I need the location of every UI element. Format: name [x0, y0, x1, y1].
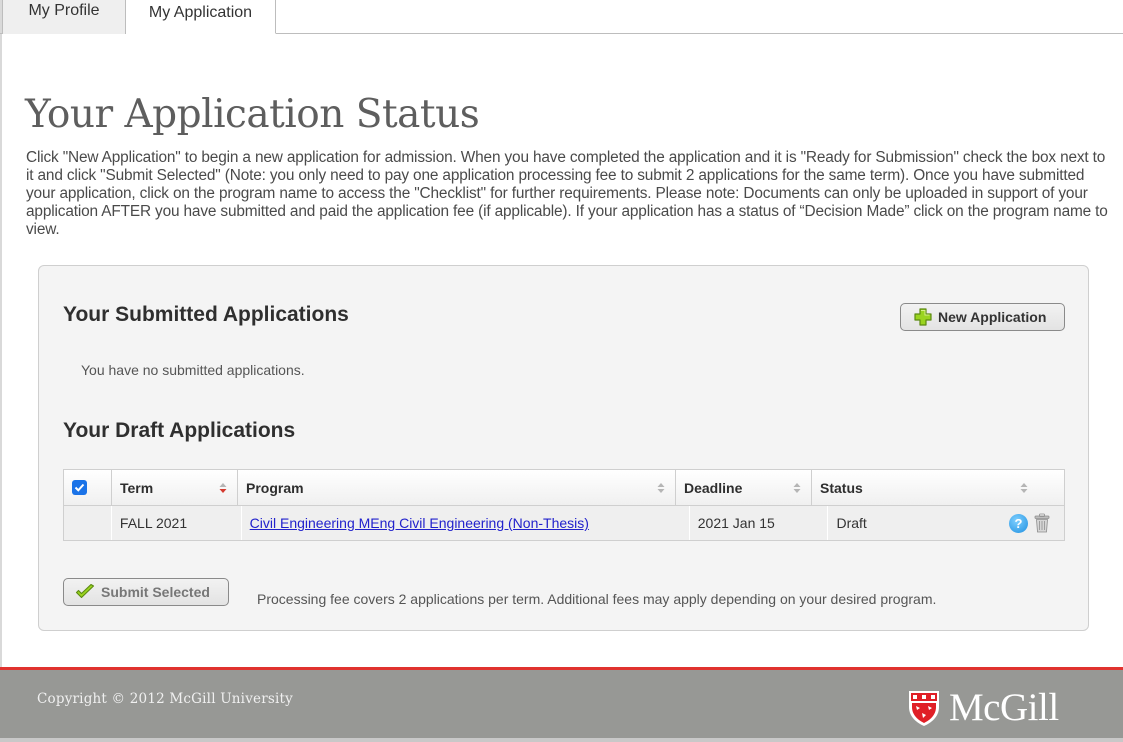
- sort-descending-icon[interactable]: [219, 482, 227, 494]
- checkmark-icon: [74, 483, 85, 492]
- table-header: Term Program Deadline Status: [64, 470, 1064, 506]
- row-actions: ?: [1009, 513, 1050, 533]
- logo-text: McGill: [949, 686, 1059, 729]
- draft-applications-table: Term Program Deadline Status FALL 2021 C…: [63, 469, 1065, 541]
- footer-bottom-bar: [0, 738, 1123, 742]
- sort-icon[interactable]: [1020, 482, 1028, 494]
- left-border: [0, 0, 2, 668]
- draft-applications-title: Your Draft Applications: [63, 419, 296, 442]
- mcgill-shield-icon: [909, 690, 939, 726]
- footer: Copyright © 2012 McGill University McGil…: [0, 670, 1123, 738]
- status-text: Draft: [836, 515, 867, 531]
- intro-text: Click "New Application" to begin a new a…: [26, 149, 1108, 238]
- new-application-button[interactable]: New Application: [900, 303, 1065, 331]
- term-cell: FALL 2021: [112, 506, 242, 540]
- tab-my-application[interactable]: My Application: [126, 0, 276, 34]
- new-application-label: New Application: [938, 309, 1047, 325]
- copyright-text: Copyright © 2012 McGill University: [37, 691, 293, 707]
- sort-icon[interactable]: [793, 482, 801, 494]
- mcgill-logo[interactable]: McGill: [907, 685, 1059, 730]
- table-row: FALL 2021 Civil Engineering MEng Civil E…: [64, 506, 1064, 540]
- submit-selected-button[interactable]: Submit Selected: [63, 578, 229, 606]
- column-header-status[interactable]: Status: [812, 470, 1064, 505]
- checkmark-icon: [75, 584, 95, 599]
- program-cell: Civil Engineering MEng Civil Engineering…: [242, 506, 690, 540]
- row-select-cell: [64, 506, 112, 540]
- trash-icon[interactable]: [1034, 513, 1050, 533]
- processing-fee-note: Processing fee covers 2 applications per…: [257, 591, 937, 607]
- column-header-program[interactable]: Program: [238, 470, 676, 505]
- submitted-applications-title: Your Submitted Applications: [63, 303, 349, 326]
- submit-selected-label: Submit Selected: [101, 584, 210, 600]
- select-all-checkbox[interactable]: [72, 480, 87, 495]
- page-title: Your Application Status: [25, 92, 480, 137]
- status-cell: Draft ?: [828, 506, 1064, 540]
- no-submitted-message: You have no submitted applications.: [81, 362, 305, 378]
- column-header-deadline[interactable]: Deadline: [676, 470, 812, 505]
- tab-bar: My Profile My Application: [0, 0, 1123, 34]
- column-label: Deadline: [684, 479, 743, 496]
- plus-icon: [914, 308, 932, 326]
- help-icon[interactable]: ?: [1009, 513, 1029, 533]
- sort-icon[interactable]: [657, 482, 665, 494]
- tab-label: My Profile: [28, 2, 100, 19]
- applications-panel: Your Submitted Applications New Applicat…: [38, 265, 1089, 631]
- column-label: Program: [246, 479, 304, 496]
- tab-label: My Application: [148, 4, 253, 21]
- header-select-all: [64, 470, 112, 505]
- column-label: Status: [820, 479, 863, 496]
- column-label: Term: [120, 479, 154, 496]
- program-link[interactable]: Civil Engineering MEng Civil Engineering…: [250, 515, 589, 531]
- tab-my-profile[interactable]: My Profile: [2, 0, 126, 34]
- deadline-cell: 2021 Jan 15: [690, 506, 829, 540]
- column-header-term[interactable]: Term: [112, 470, 238, 505]
